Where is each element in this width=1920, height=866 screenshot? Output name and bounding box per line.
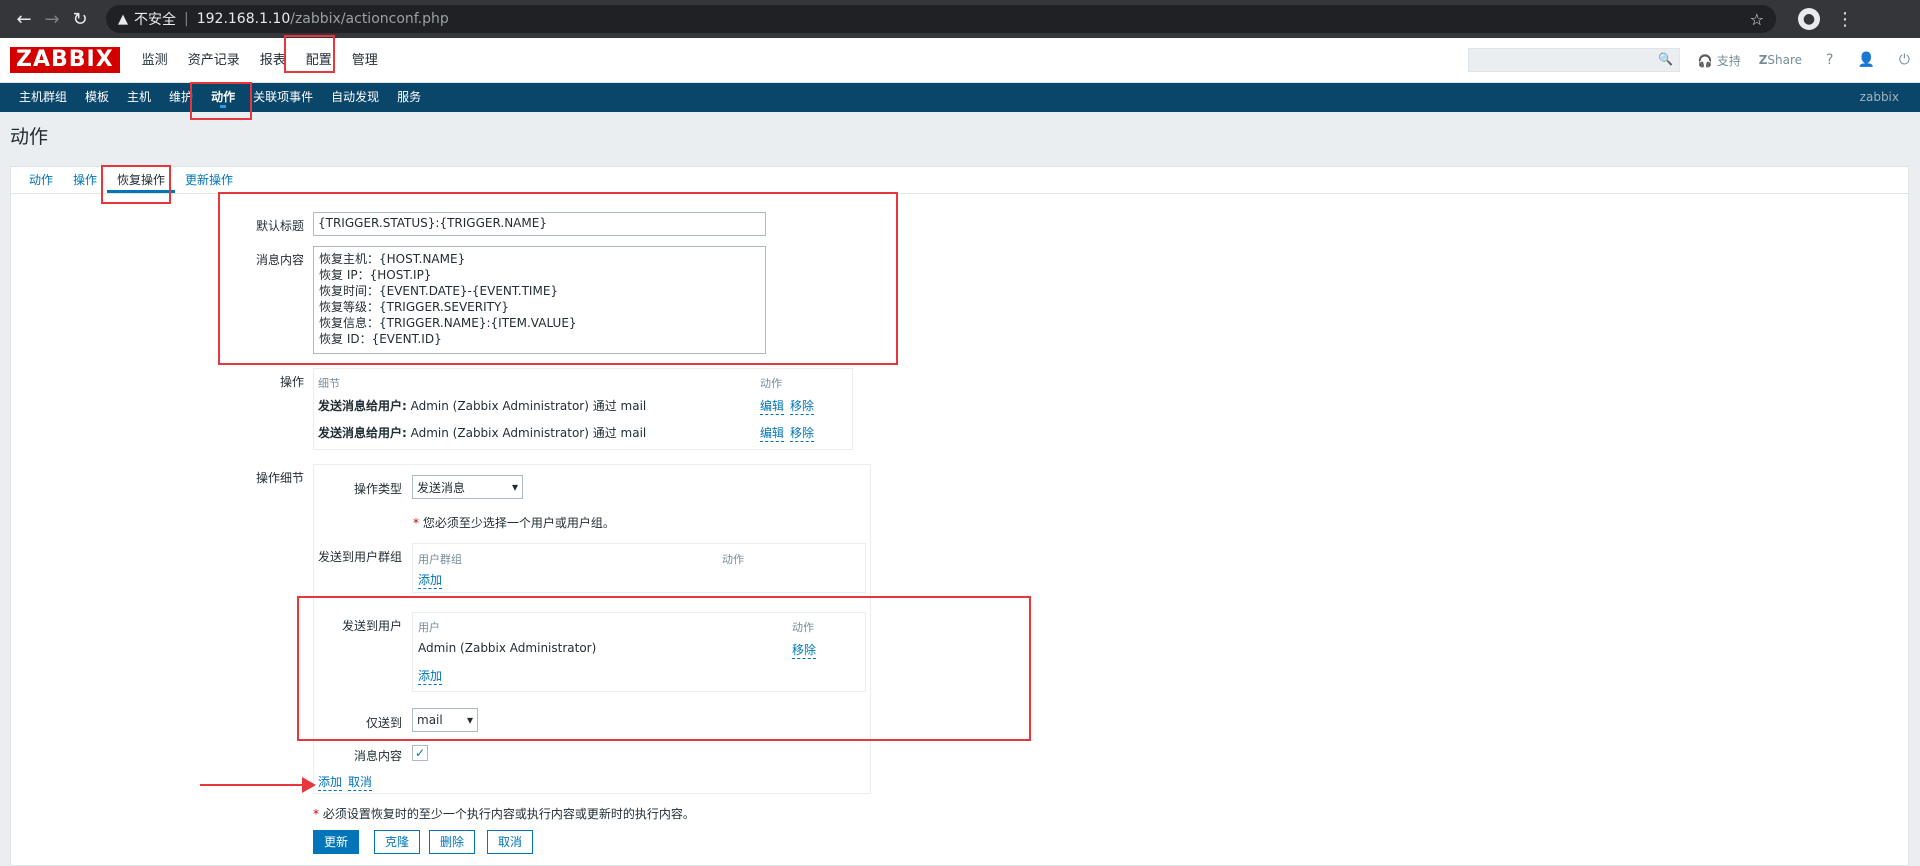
submenu-event-correlation[interactable]: 关联项事件 xyxy=(244,83,322,112)
user-groups-action-col: 动作 xyxy=(722,553,744,566)
forward-icon[interactable]: → xyxy=(38,9,66,30)
op-type-value: 发送消息 xyxy=(417,480,466,495)
menu-administration[interactable]: 管理 xyxy=(342,38,388,83)
share-label: Share xyxy=(1767,53,1803,67)
submenu-services[interactable]: 服务 xyxy=(388,83,430,112)
security-label: 不安全 xyxy=(134,12,176,28)
operations-col-action: 动作 xyxy=(760,377,782,390)
url-path: /zabbix/actionconf.php xyxy=(290,11,449,27)
op-type-select[interactable]: 发送消息 ▾ xyxy=(412,475,523,499)
op-cancel-link[interactable]: 取消 xyxy=(348,773,373,791)
submenu-host-groups[interactable]: 主机群组 xyxy=(10,83,76,112)
cancel-button[interactable]: 取消 xyxy=(487,830,534,854)
footer-hint-text: 必须设置恢复时的至少一个执行内容或执行内容或更新时的执行内容。 xyxy=(322,807,695,821)
address-separator: | xyxy=(184,11,189,27)
bookmark-star-icon[interactable]: ☆ xyxy=(1750,10,1764,29)
tab-action[interactable]: 动作 xyxy=(19,167,63,193)
operations-row-prefix: 发送消息给用户: xyxy=(318,426,407,440)
operations-row-prefix: 发送消息给用户: xyxy=(318,399,407,413)
submenu-discovery[interactable]: 自动发现 xyxy=(322,83,388,112)
search-input[interactable]: 🔍 xyxy=(1467,48,1680,72)
operations-row-1-edit-link[interactable]: 编辑 xyxy=(760,397,785,415)
tab-update-operations[interactable]: 更新操作 xyxy=(175,167,243,193)
address-bar[interactable]: ▲ 不安全 | 192.168.1.10 /zabbix/actionconf.… xyxy=(106,5,1776,33)
annotation-arrow-head xyxy=(302,777,316,793)
page-title: 动作 xyxy=(10,126,49,148)
share-link[interactable]: ZShare xyxy=(1759,53,1802,67)
annotation-box-message xyxy=(218,192,898,365)
operations-row-1-remove-link[interactable]: 移除 xyxy=(790,397,815,415)
reload-icon[interactable]: ↻ xyxy=(66,9,94,30)
annotation-arrow xyxy=(200,784,306,786)
main-menu: 监测 资产记录 报表 配置 管理 xyxy=(132,38,388,83)
delete-button[interactable]: 删除 xyxy=(429,830,476,854)
user-groups-table xyxy=(412,543,866,593)
browser-menu-icon[interactable]: ⋮ xyxy=(1836,9,1854,30)
update-button[interactable]: 更新 xyxy=(313,830,360,854)
required-hint: * 您必须至少选择一个用户或用户组。 xyxy=(413,514,615,531)
op-add-link[interactable]: 添加 xyxy=(318,773,343,791)
operations-row-2-remove-link[interactable]: 移除 xyxy=(790,424,815,442)
back-icon[interactable]: ← xyxy=(10,9,38,30)
profile-icon[interactable]: ● xyxy=(1798,8,1820,30)
op-details-label: 操作细节 xyxy=(255,471,304,485)
annotation-box-actions xyxy=(190,82,252,120)
op-type-label: 操作类型 xyxy=(353,482,402,496)
menu-inventory[interactable]: 资产记录 xyxy=(178,38,250,83)
help-icon[interactable]: ? xyxy=(1826,52,1833,68)
server-name: zabbix xyxy=(1859,90,1899,104)
required-hint-text: 您必须至少选择一个用户或用户组。 xyxy=(422,516,615,530)
user-groups-label: 发送到用户群组 xyxy=(317,550,402,564)
operations-row-2-edit-link[interactable]: 编辑 xyxy=(760,424,785,442)
operations-label: 操作 xyxy=(279,375,304,389)
required-asterisk: * xyxy=(413,516,423,530)
headset-icon: 🎧 xyxy=(1697,53,1713,68)
user-profile-icon[interactable]: 👤 xyxy=(1857,52,1874,68)
warning-icon: ▲ xyxy=(118,11,128,27)
operations-row-1: 发送消息给用户: Admin (Zabbix Administrator) 通过… xyxy=(318,397,646,414)
msg-content-label: 消息内容 xyxy=(353,749,402,763)
menu-monitoring[interactable]: 监测 xyxy=(132,38,178,83)
operations-row-text: Admin (Zabbix Administrator) 通过 mail xyxy=(406,399,647,413)
url-host: 192.168.1.10 xyxy=(196,11,291,27)
zabbix-logo[interactable]: ZABBIX xyxy=(10,47,120,73)
configuration-submenu: 主机群组 模板 主机 维护 动作 关联项事件 自动发现 服务 zabbix xyxy=(0,83,1920,112)
user-groups-col: 用户群组 xyxy=(418,553,462,566)
support-label: 支持 xyxy=(1716,53,1741,68)
operations-row-text: Admin (Zabbix Administrator) 通过 mail xyxy=(406,426,647,440)
msg-content-checkbox[interactable]: ✓ xyxy=(412,745,428,761)
browser-toolbar: ← → ↻ ▲ 不安全 | 192.168.1.10 /zabbix/actio… xyxy=(0,0,1920,38)
header-tools: 🔍 🎧 支持 ZShare ? 👤 ⏻ xyxy=(1467,48,1910,72)
annotation-box-recovery-tab xyxy=(101,165,171,204)
logout-icon[interactable]: ⏻ xyxy=(1899,52,1910,68)
clone-button[interactable]: 克隆 xyxy=(374,830,421,854)
operations-row-2: 发送消息给用户: Admin (Zabbix Administrator) 通过… xyxy=(318,424,646,441)
annotation-box-users xyxy=(297,596,1031,741)
footer-hint: * 必须设置恢复时的至少一个执行内容或执行内容或更新时的执行内容。 xyxy=(313,805,695,822)
support-link[interactable]: 🎧 支持 xyxy=(1698,52,1741,69)
annotation-box-config xyxy=(284,35,335,73)
chevron-down-icon: ▾ xyxy=(511,480,518,494)
form-tabs: 动作 操作 恢复操作 更新操作 xyxy=(11,167,1908,194)
submenu-templates[interactable]: 模板 xyxy=(76,83,118,112)
operations-col-details: 细节 xyxy=(318,377,340,390)
user-groups-add-link[interactable]: 添加 xyxy=(418,571,443,589)
search-icon: 🔍 xyxy=(1657,52,1673,66)
submenu-hosts[interactable]: 主机 xyxy=(118,83,160,112)
required-asterisk: * xyxy=(313,807,323,821)
